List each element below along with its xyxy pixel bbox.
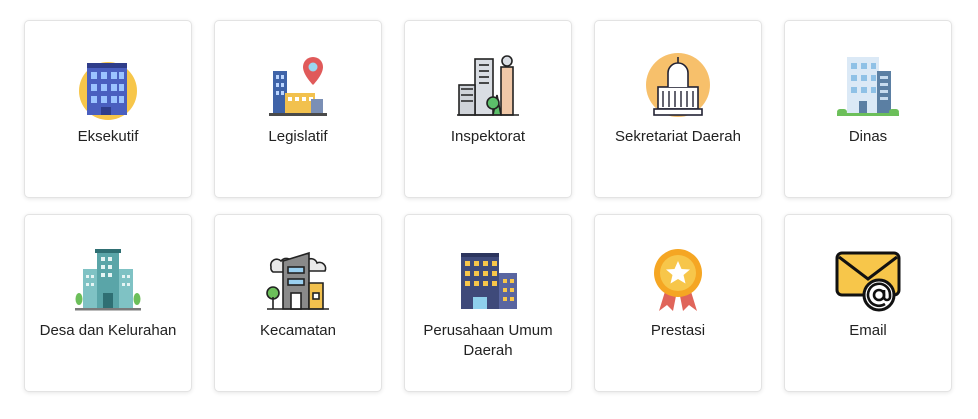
card-label: Sekretariat Daerah <box>615 128 741 145</box>
card-label: Legislatif <box>268 128 328 145</box>
company-buildings-icon <box>453 245 523 315</box>
city-location-pin-icon <box>263 51 333 121</box>
government-building-icon <box>73 51 143 121</box>
capitol-building-icon <box>643 51 713 121</box>
card-label: Perusahaan Umum Daerah <box>423 322 553 359</box>
email-envelope-icon <box>833 245 903 315</box>
card-label: Email <box>849 322 887 339</box>
card-label: Kecamatan <box>260 322 336 339</box>
card-perusahaan-umum-daerah[interactable]: Perusahaan Umum Daerah <box>404 214 572 392</box>
card-label: Inspektorat <box>450 128 526 145</box>
card-kecamatan[interactable]: Kecamatan <box>214 214 382 392</box>
card-eksekutif[interactable]: Eksekutif <box>24 20 192 198</box>
card-inspektorat[interactable]: Inspektorat <box>404 20 572 198</box>
card-label: Dinas <box>848 128 888 145</box>
card-legislatif[interactable]: Legislatif <box>214 20 382 198</box>
city-buildings-icon <box>453 51 523 121</box>
card-dinas[interactable]: Dinas <box>784 20 952 198</box>
district-office-icon <box>263 245 333 315</box>
card-desa-dan-kelurahan[interactable]: Desa dan Kelurahan <box>24 214 192 392</box>
card-label: Desa dan Kelurahan <box>39 322 177 339</box>
office-building-icon <box>833 51 903 121</box>
village-office-icon <box>73 245 143 315</box>
card-sekretariat-daerah[interactable]: Sekretariat Daerah <box>594 20 762 198</box>
card-email[interactable]: Email <box>784 214 952 392</box>
card-label: Prestasi <box>650 322 706 339</box>
menu-grid: Eksekutif Legislatif Inspektorat Sekreta… <box>0 0 978 419</box>
card-label: Eksekutif <box>77 128 139 145</box>
award-ribbon-icon <box>643 245 713 315</box>
card-prestasi[interactable]: Prestasi <box>594 214 762 392</box>
